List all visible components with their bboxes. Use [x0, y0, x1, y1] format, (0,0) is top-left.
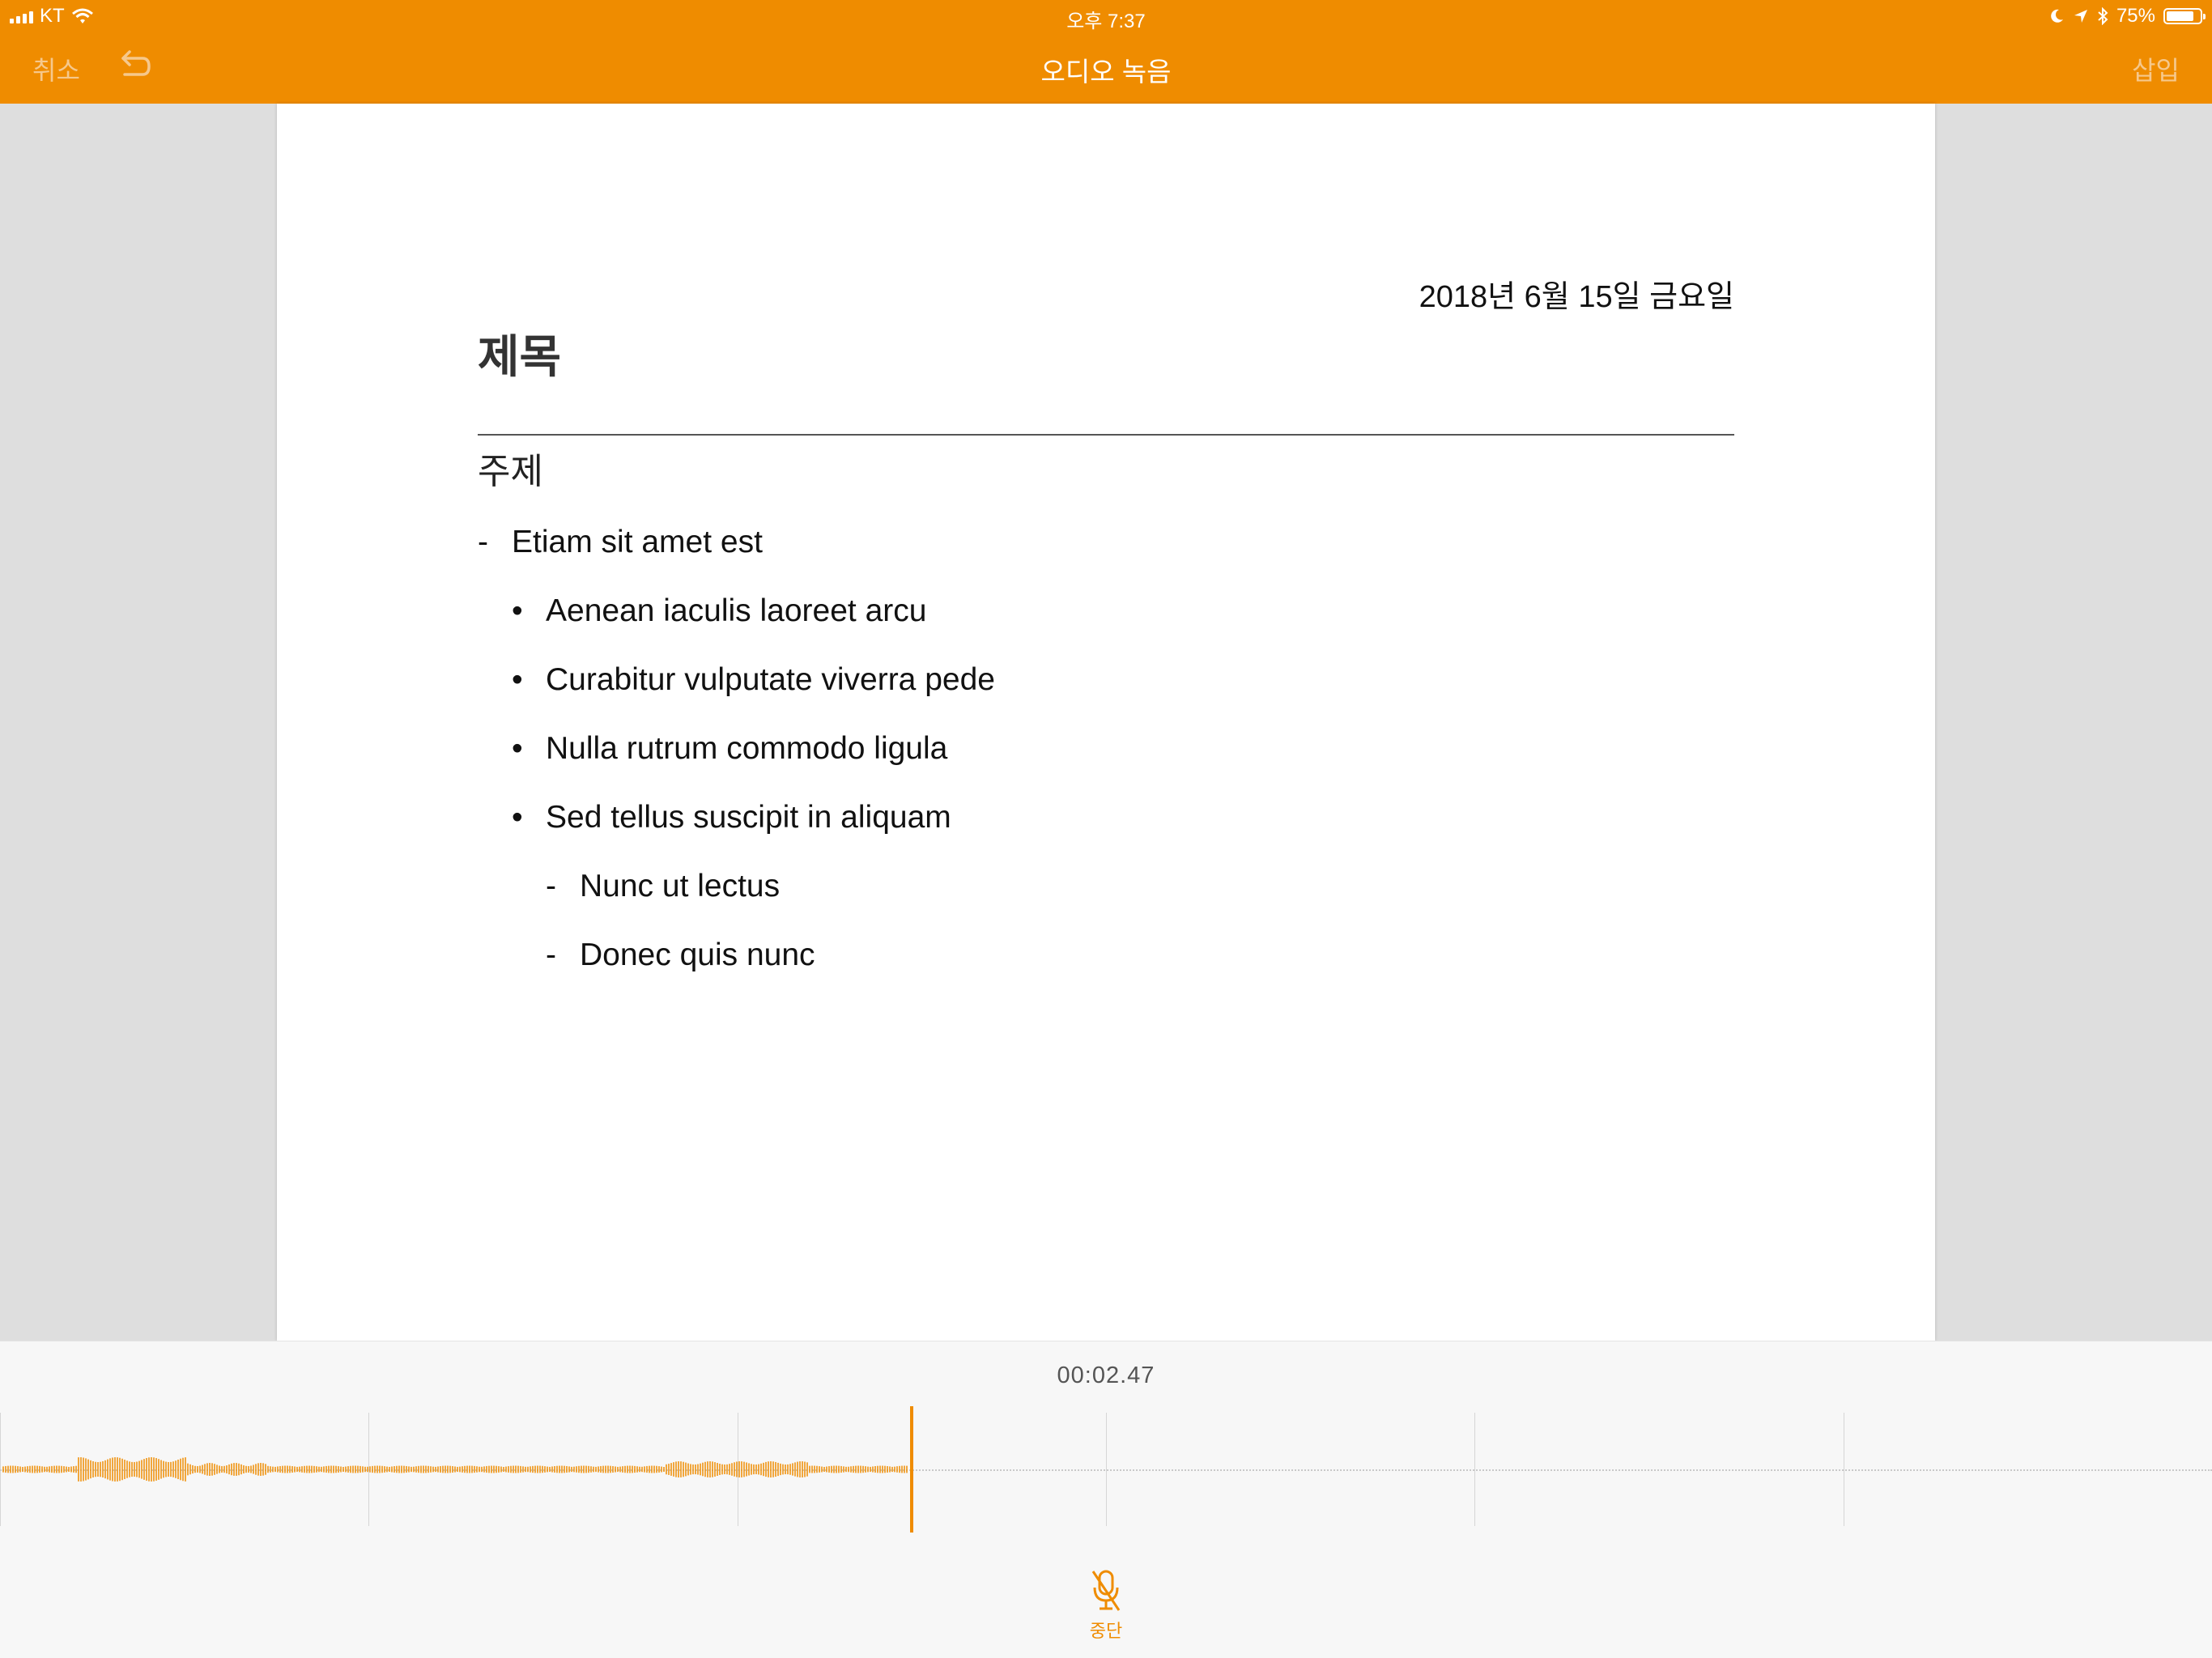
- bullet-marker: •: [512, 662, 523, 697]
- document-subject: 주제: [478, 452, 543, 491]
- bluetooth-icon: [2098, 7, 2108, 25]
- recorded-waveform: [2, 1457, 908, 1482]
- document-date: 2018년 6월 15일 금요일: [1419, 280, 1734, 314]
- list-item: • Curabitur vulputate viverra pede: [512, 662, 995, 698]
- bullet-marker: •: [512, 593, 523, 628]
- dash-marker: -: [546, 869, 556, 903]
- document-title: 제목: [478, 331, 562, 382]
- dash-marker: -: [546, 937, 556, 972]
- stop-label: 중단: [1089, 1621, 1123, 1641]
- app-root: KT 오후 7:37 75% 취소 오디오 녹음 삽입 2018년 6월 15일…: [0, 0, 2212, 1658]
- list-item: • Aenean iaculis laoreet arcu: [512, 593, 926, 629]
- list-item-text: Nulla rutrum commodo ligula: [546, 731, 948, 766]
- playhead[interactable]: [910, 1406, 913, 1533]
- battery-icon: [2163, 8, 2206, 24]
- waveform[interactable]: [0, 1406, 2212, 1533]
- dash-marker: -: [478, 525, 488, 559]
- list-item-text: Etiam sit amet est: [512, 525, 763, 559]
- stop-button[interactable]: 중단: [1066, 1568, 1146, 1649]
- mic-off-icon: [1091, 1570, 1121, 1611]
- list-item: • Nulla rutrum commodo ligula: [512, 731, 947, 767]
- moon-icon: [2051, 9, 2063, 23]
- page-title: 오디오 녹음: [1040, 57, 1172, 87]
- status-right: 75%: [2048, 5, 2206, 28]
- top-bar: KT 오후 7:37 75% 취소 오디오 녹음 삽입: [0, 0, 2212, 104]
- battery-percent: 75%: [2116, 5, 2155, 27]
- list-item-text: Nunc ut lectus: [580, 869, 781, 903]
- insert-button[interactable]: 삽입: [2132, 50, 2180, 87]
- list-item: - Nunc ut lectus: [546, 869, 780, 904]
- location-icon: [2074, 10, 2087, 23]
- list-item: - Etiam sit amet est: [478, 525, 763, 560]
- list-item: • Sed tellus suscipit in aliquam: [512, 800, 951, 835]
- list-item-text: Donec quis nunc: [580, 937, 815, 972]
- elapsed-time: 00:02.47: [1057, 1363, 1155, 1388]
- list-item: - Donec quis nunc: [546, 937, 815, 973]
- title-divider: [478, 434, 1734, 436]
- recorder-panel: 00:02.47 중단: [0, 1341, 2212, 1658]
- list-item-text: Curabitur vulputate viverra pede: [546, 662, 995, 697]
- bullet-marker: •: [512, 731, 523, 766]
- document-page[interactable]: 2018년 6월 15일 금요일 제목 주제 - Etiam sit amet …: [277, 104, 1935, 1341]
- bullet-marker: •: [512, 800, 523, 835]
- status-bar: KT 오후 7:37 75%: [0, 0, 2212, 32]
- status-time: 오후 7:37: [1066, 11, 1146, 32]
- nav-row: 취소 오디오 녹음 삽입: [0, 40, 2212, 92]
- list-item-text: Sed tellus suscipit in aliquam: [546, 800, 951, 835]
- list-item-text: Aenean iaculis laoreet arcu: [546, 593, 927, 628]
